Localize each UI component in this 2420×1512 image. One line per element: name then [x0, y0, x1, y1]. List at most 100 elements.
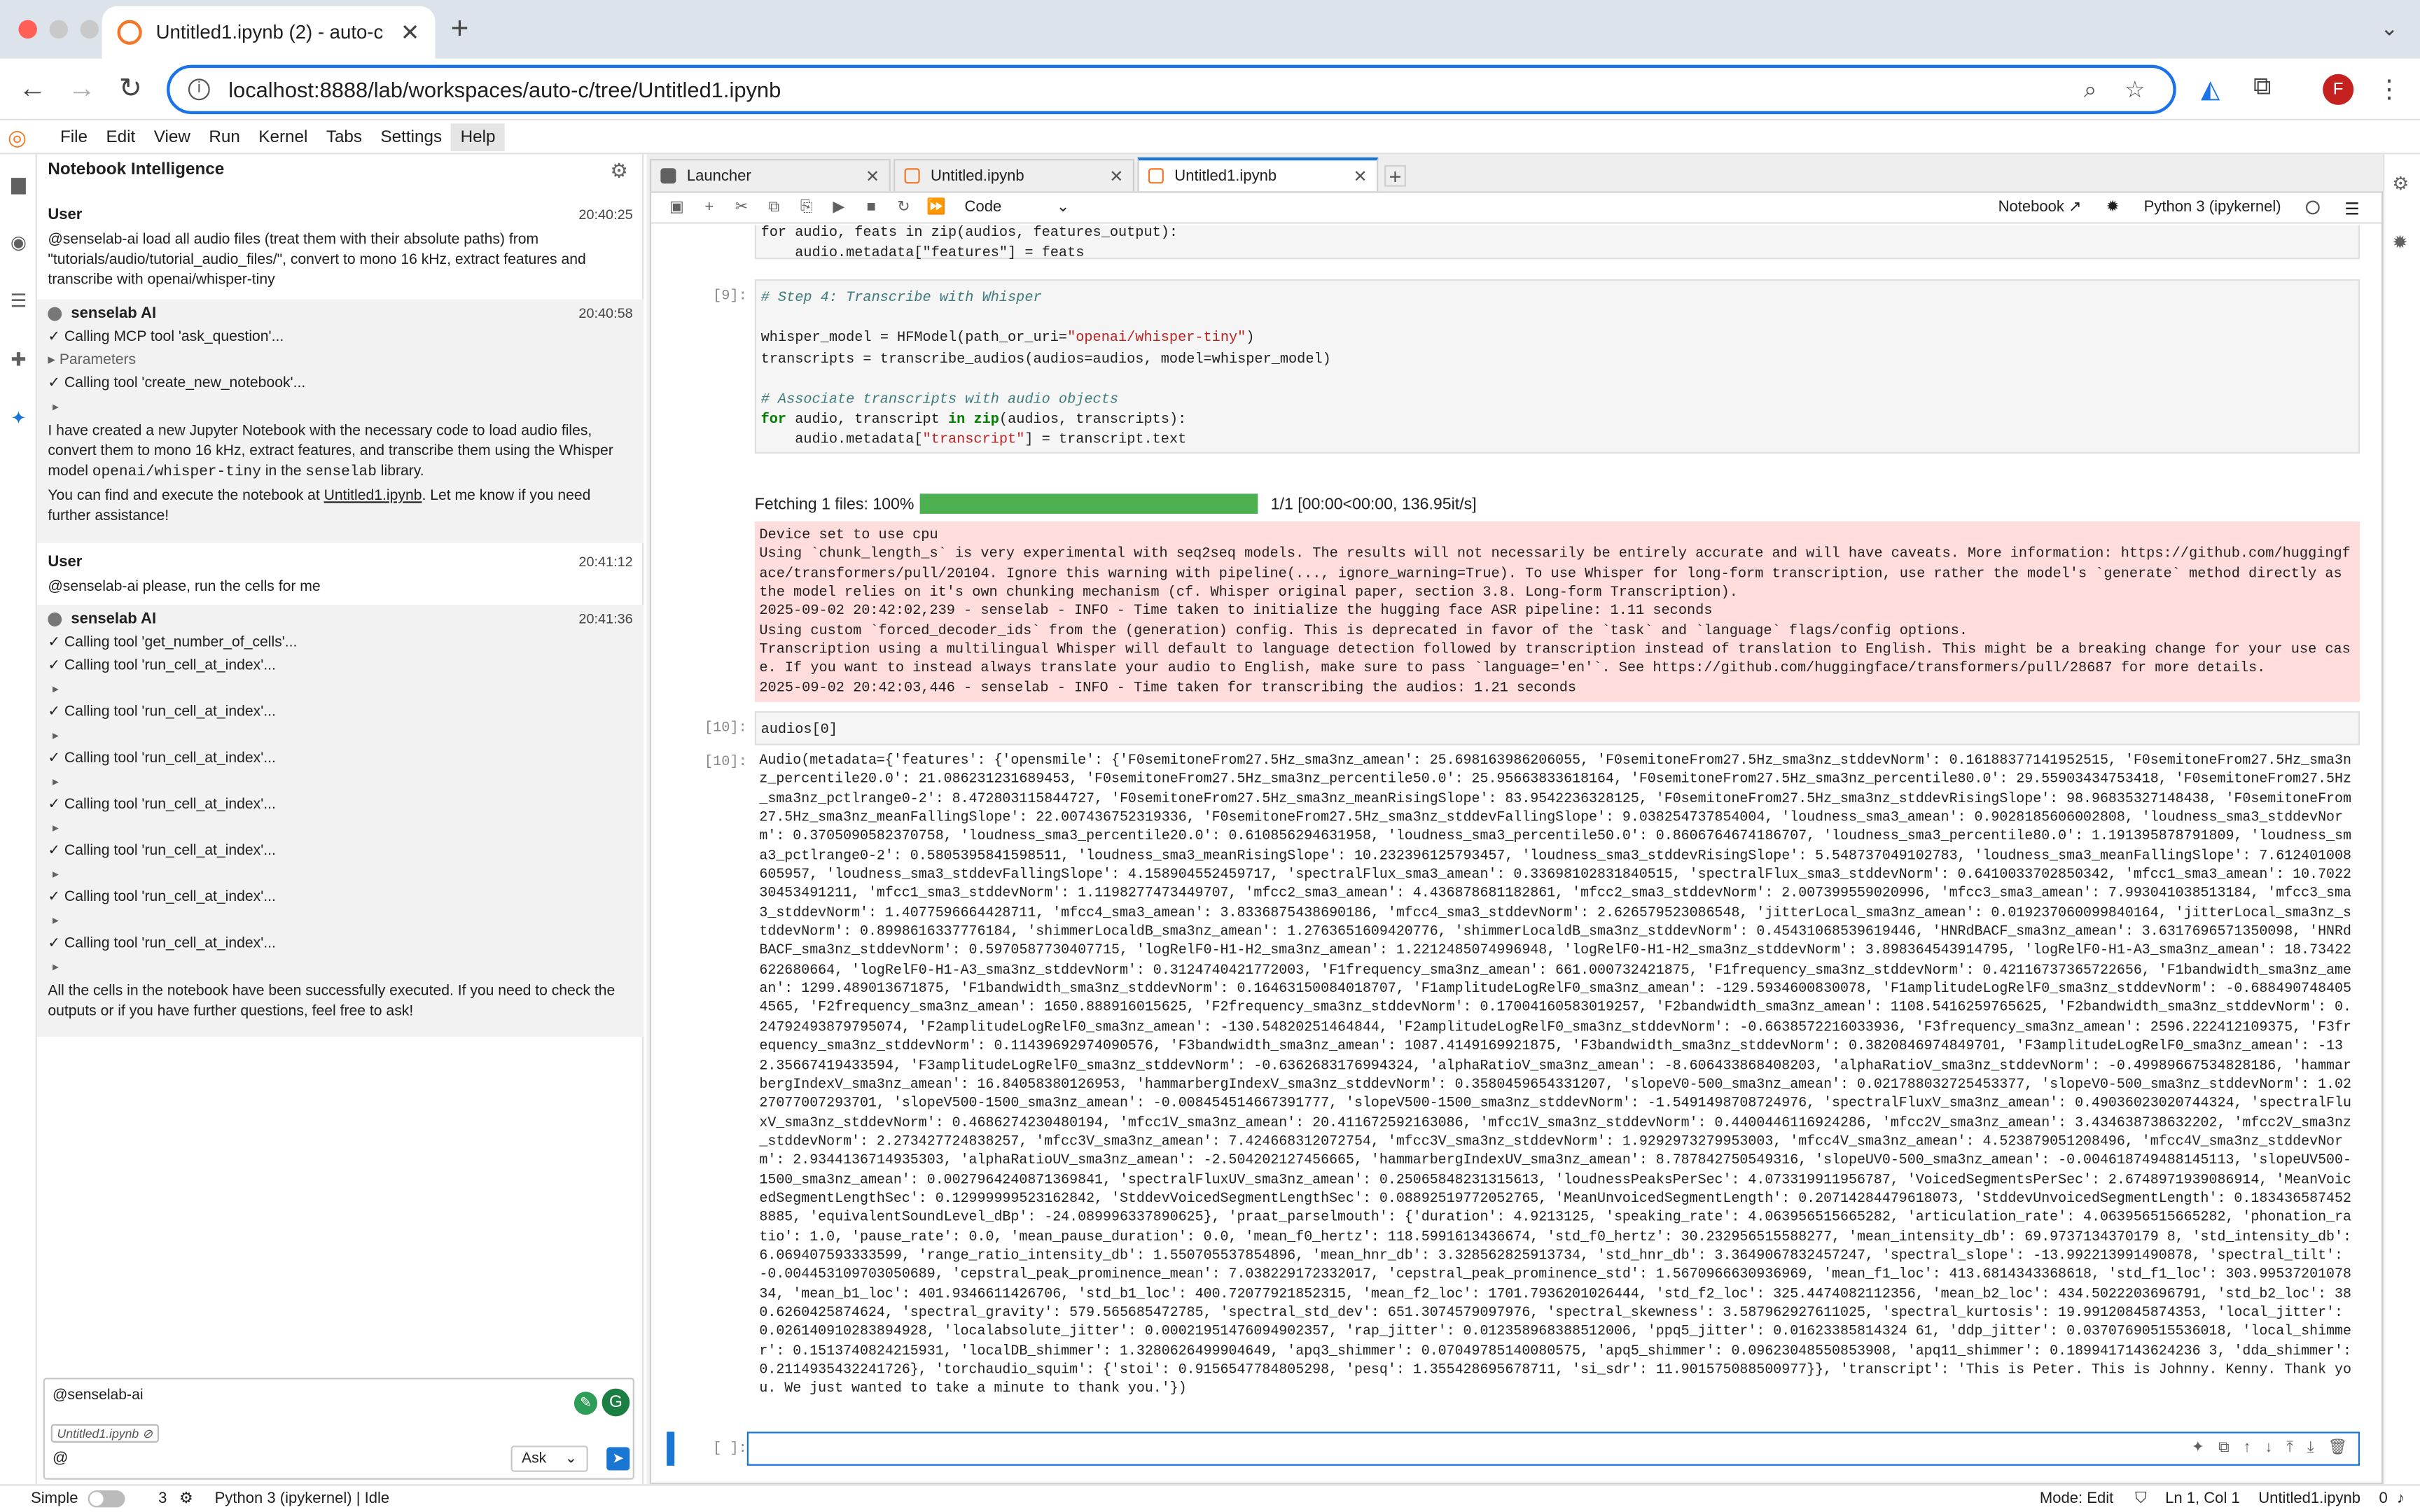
close-tab-icon[interactable]: ✕: [1109, 166, 1123, 186]
expand-caret-icon[interactable]: ▸: [53, 957, 633, 977]
property-inspector-side-icon[interactable]: ⚙: [2392, 173, 2409, 195]
code-cell-editor[interactable]: audios[0]: [754, 711, 2360, 746]
minimize-window-button[interactable]: [49, 20, 68, 39]
notebook-button[interactable]: Notebook ↗: [1998, 199, 2082, 216]
insert-cell-icon[interactable]: +: [693, 199, 725, 216]
expand-caret-icon[interactable]: ▸: [53, 725, 633, 746]
cell-type-select[interactable]: Code ⌄: [965, 199, 1070, 216]
table-of-contents-icon[interactable]: ☰: [8, 290, 29, 312]
tab-label: Untitled1.ipynb: [1174, 167, 1277, 185]
menu-view[interactable]: View: [145, 122, 200, 150]
file-browser-icon[interactable]: ▆: [8, 173, 29, 195]
mention-button[interactable]: @: [53, 1450, 68, 1467]
close-tab-icon[interactable]: ✕: [1353, 166, 1367, 186]
expand-caret-icon[interactable]: ▸: [53, 818, 633, 838]
debugger-side-icon[interactable]: ✹: [2392, 232, 2407, 253]
menu-file[interactable]: File: [51, 122, 97, 150]
address-bar[interactable]: i localhost:8888/lab/workspaces/auto-c/t…: [167, 64, 2176, 115]
tab-untitled[interactable]: Untitled.ipynb ✕: [893, 159, 1134, 192]
insert-above-icon[interactable]: ⤒: [2286, 1439, 2293, 1456]
expand-caret-icon[interactable]: ▸: [53, 771, 633, 792]
menu-help[interactable]: Help: [451, 122, 505, 150]
zoom-icon[interactable]: ⌕: [2084, 76, 2097, 102]
close-tab-icon[interactable]: ✕: [865, 166, 879, 186]
forward-arrow-icon[interactable]: →: [68, 73, 96, 105]
insert-below-icon[interactable]: ⤓: [2307, 1439, 2314, 1456]
maximize-window-button[interactable]: [80, 20, 99, 39]
terminal-count[interactable]: 3: [158, 1490, 167, 1507]
new-tab-icon[interactable]: +: [451, 13, 469, 48]
chat-input-text[interactable]: @senselab-ai: [53, 1387, 144, 1404]
expand-caret-icon[interactable]: ▸: [53, 864, 633, 884]
message-author: senselab AI: [48, 304, 632, 324]
stop-icon[interactable]: ■: [855, 199, 887, 216]
tab-untitled1[interactable]: Untitled1.ipynb ✕: [1137, 157, 1379, 192]
kernel-status-text[interactable]: Python 3 (ipykernel) | Idle: [215, 1490, 390, 1507]
ai-assistant-icon[interactable]: ✦: [8, 407, 29, 429]
running-sessions-icon[interactable]: ◉: [8, 232, 29, 253]
restart-icon[interactable]: ↻: [887, 199, 919, 216]
save-icon[interactable]: ▣: [660, 199, 693, 216]
send-icon[interactable]: ➤: [606, 1447, 630, 1471]
debugger-icon[interactable]: ✹: [2106, 199, 2119, 216]
menu-tabs[interactable]: Tabs: [317, 122, 372, 150]
code-cell-editor[interactable]: # Step 4: Transcribe with Whisper whispe…: [754, 279, 2360, 454]
chat-input-box[interactable]: @senselab-ai ✎ G Untitled1.ipynb ⊘ @ Ask…: [43, 1378, 634, 1480]
copy-icon[interactable]: ⧉: [758, 199, 790, 216]
extensions-icon[interactable]: ✚: [8, 349, 29, 370]
chat-message-ai: senselab AI 20:40:58 ✓ Calling MCP tool …: [36, 299, 644, 543]
browser-tab[interactable]: Untitled1.ipynb (2) - auto-c ✕: [102, 6, 436, 59]
kernel-sessions-icon[interactable]: ⚙: [179, 1490, 193, 1507]
ai-generate-icon[interactable]: ✦: [2192, 1439, 2204, 1456]
reload-icon[interactable]: ↻: [119, 73, 142, 105]
tab-launcher[interactable]: Launcher ✕: [649, 159, 891, 192]
settings-gear-icon[interactable]: ⚙: [610, 159, 628, 183]
menu-settings[interactable]: Settings: [371, 122, 451, 150]
tab-search-chevron-icon[interactable]: ⌄: [2380, 15, 2398, 41]
menu-kernel[interactable]: Kernel: [249, 122, 317, 150]
extensions-puzzle-icon[interactable]: ⧉: [2253, 74, 2271, 102]
expand-caret-icon[interactable]: ▸: [53, 910, 633, 930]
jupyter-menubar: ◎ File Edit View Run Kernel Tabs Setting…: [0, 120, 2420, 155]
kernel-status-icon: [2305, 200, 2320, 215]
site-info-icon[interactable]: i: [188, 78, 210, 101]
url-text[interactable]: localhost:8888/lab/workspaces/auto-c/tre…: [228, 77, 2084, 102]
menu-edit[interactable]: Edit: [97, 122, 144, 150]
close-window-button[interactable]: [18, 20, 37, 39]
run-icon[interactable]: ▶: [823, 199, 855, 216]
suggestion-bulb-icon[interactable]: ✎: [573, 1392, 597, 1415]
message-text: @senselab-ai please, run the cells for m…: [48, 578, 321, 596]
kernel-name[interactable]: Python 3 (ipykernel): [2144, 199, 2281, 216]
notification-bell-icon[interactable]: ♪: [2397, 1490, 2405, 1507]
property-inspector-icon[interactable]: ☰: [2344, 199, 2360, 219]
run-all-icon[interactable]: ⏩: [920, 199, 952, 216]
extension-icon[interactable]: ◭: [2201, 74, 2220, 105]
hide-context-icon[interactable]: ⊘: [142, 1427, 153, 1441]
simple-mode-toggle[interactable]: [87, 1490, 125, 1508]
duplicate-cell-icon[interactable]: ⧉: [2218, 1439, 2230, 1456]
profile-avatar[interactable]: F: [2323, 74, 2354, 105]
empty-code-cell[interactable]: [746, 1432, 2360, 1466]
parameters-toggle[interactable]: ▸ Parameters: [48, 350, 632, 370]
mode-select[interactable]: Ask ⌄: [510, 1446, 588, 1472]
stderr-line: Using `chunk_length_s` is very experimen…: [759, 545, 2351, 601]
bookmark-star-icon[interactable]: ☆: [2125, 76, 2146, 103]
expand-caret-icon[interactable]: ▸: [53, 679, 633, 699]
browser-menu-icon[interactable]: ⋮: [2377, 74, 2401, 105]
context-chip[interactable]: Untitled1.ipynb ⊘: [50, 1424, 159, 1443]
move-down-icon[interactable]: ↓: [2265, 1439, 2272, 1456]
menu-run[interactable]: Run: [200, 122, 249, 150]
grammarly-icon[interactable]: G: [601, 1388, 630, 1417]
cut-icon[interactable]: ✂: [725, 199, 758, 216]
paste-icon[interactable]: ⎘: [790, 199, 822, 216]
close-tab-icon[interactable]: ✕: [401, 18, 420, 46]
code-cell-editor[interactable]: for audio, feats in zip(audios, features…: [754, 225, 2360, 261]
cursor-position[interactable]: Ln 1, Col 1: [2165, 1490, 2240, 1507]
notification-count[interactable]: 0: [2379, 1490, 2387, 1507]
back-arrow-icon[interactable]: ←: [18, 73, 46, 105]
new-launcher-icon[interactable]: +: [1384, 165, 1406, 187]
expand-caret-icon[interactable]: ▸: [53, 396, 633, 416]
delete-cell-icon[interactable]: 🗑: [2328, 1439, 2347, 1456]
move-up-icon[interactable]: ↑: [2244, 1439, 2251, 1456]
notebook-link[interactable]: Untitled1.ipynb: [324, 487, 422, 504]
